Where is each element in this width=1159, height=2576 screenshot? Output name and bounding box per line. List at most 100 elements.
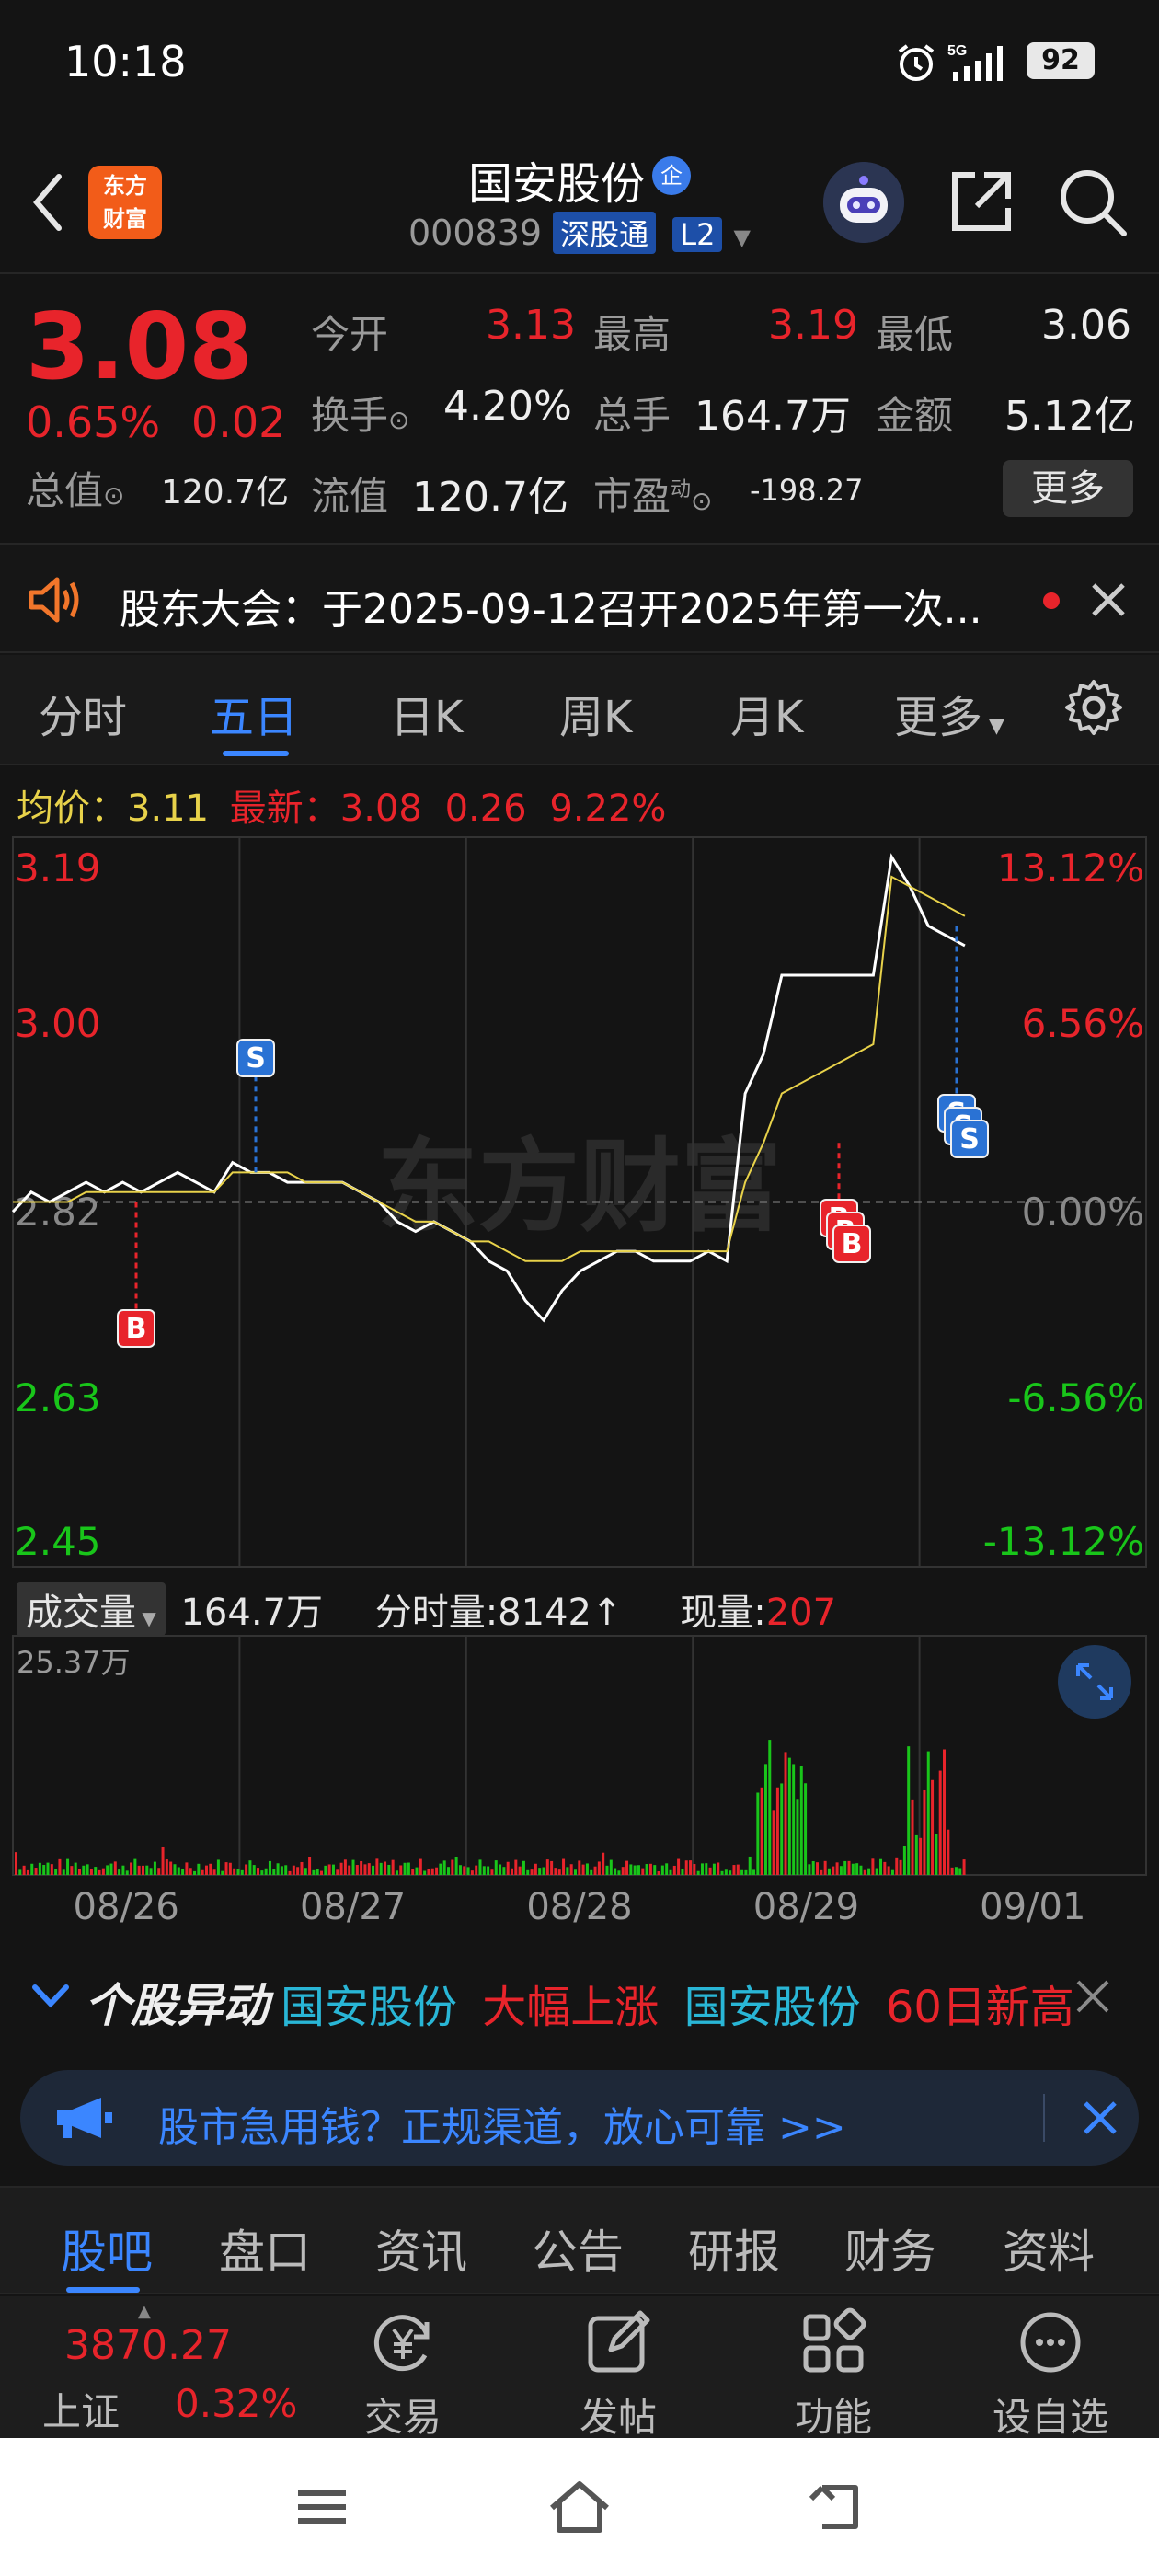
tab-more[interactable]: 更多 ▼ (894, 681, 1004, 745)
volume-bar (585, 1863, 589, 1875)
volume-bar (890, 1869, 894, 1875)
volume-bar (343, 1859, 347, 1875)
turnover-label[interactable]: 换手⊙ (311, 385, 409, 441)
index-percent[interactable]: 0.32% (175, 2381, 297, 2426)
tab-guba[interactable]: 股吧 (61, 2215, 153, 2282)
announcement-bar[interactable]: 股东大会：于2025-09-12召开2025年第一次... (0, 543, 1159, 653)
market-cap-label[interactable]: 总值⊙ (26, 460, 124, 516)
search-icon[interactable] (1056, 166, 1130, 239)
price-axis-label: 2.45 (15, 1519, 101, 1564)
volume-bar (775, 1787, 779, 1875)
volume-bar (66, 1858, 70, 1875)
volume-bar (879, 1858, 883, 1875)
float-cap-label: 流值 (311, 474, 389, 519)
tab-order-book[interactable]: 盘口 (219, 2215, 311, 2282)
expand-icon[interactable] (1058, 1645, 1131, 1719)
volume-bar (201, 1869, 204, 1875)
tab-monthly-k[interactable]: 月K (730, 681, 803, 745)
ad-banner[interactable]: 股市急用钱？正规渠道，放心可靠 >> (20, 2070, 1139, 2166)
volume-bar (954, 1867, 958, 1875)
volume-bar (672, 1865, 676, 1875)
add-watchlist-button[interactable]: 设自选 (977, 2307, 1124, 2440)
volume-bar (562, 1858, 566, 1875)
tab-research[interactable]: 研报 (688, 2215, 780, 2282)
more-quote-button[interactable]: 更多 (1003, 460, 1133, 517)
volume-bar (118, 1869, 121, 1875)
stock-anomaly-bar[interactable]: 个股异动 国安股份 大幅上涨 国安股份 60日新高 (0, 1950, 1159, 2042)
index-name[interactable]: 上证 (42, 2381, 120, 2437)
tab-five-day[interactable]: 五日 (210, 681, 298, 745)
volume-bar (820, 1869, 823, 1875)
close-icon[interactable] (1074, 1978, 1111, 2015)
functions-button[interactable]: 功能 (760, 2307, 907, 2440)
home-icon[interactable] (543, 2475, 616, 2539)
volume-bar (185, 1862, 189, 1875)
amount-value: 5.12亿 (1004, 393, 1135, 440)
volume-bar (399, 1865, 403, 1875)
tab-notices[interactable]: 公告 (532, 2215, 624, 2282)
volume-bar (502, 1867, 506, 1875)
anomaly-stock-2: 国安股份 (683, 1982, 861, 2033)
tab-financials[interactable]: 财务 (844, 2215, 936, 2282)
menu-icon[interactable] (285, 2475, 359, 2539)
chevron-down-icon[interactable] (29, 1974, 72, 2017)
tab-news[interactable]: 资讯 (375, 2215, 467, 2282)
share-icon[interactable] (947, 166, 1017, 236)
assistant-robot-icon[interactable] (823, 162, 904, 243)
volume-bar (931, 1779, 935, 1875)
active-tab-indicator (223, 751, 289, 756)
date-label: 08/26 (74, 1886, 179, 1928)
volume-bar (740, 1869, 744, 1875)
volume-bar (526, 1869, 530, 1875)
close-icon[interactable] (1080, 2098, 1120, 2138)
status-bar: 10:18 5G 92 (0, 0, 1159, 129)
tab-daily-k[interactable]: 日K (390, 681, 463, 745)
volume-bar (534, 1863, 537, 1875)
volume-bar (442, 1860, 446, 1875)
close-icon[interactable] (1090, 581, 1127, 618)
volume-bar (629, 1864, 633, 1875)
volume-bar (458, 1865, 462, 1875)
avg-value: 3.11 (127, 788, 210, 830)
back-nav-icon[interactable] (800, 2475, 874, 2539)
date-label: 08/27 (300, 1886, 406, 1928)
index-value[interactable]: 3870.27 (64, 2322, 232, 2369)
volume-bar (717, 1862, 720, 1875)
five-day-chart[interactable]: 东方财富3.193.002.822.632.4513.12%6.56%0.00%… (0, 835, 1159, 1939)
volume-bar (490, 1869, 494, 1875)
tab-weekly-k[interactable]: 周K (559, 681, 632, 745)
expand-up-icon[interactable]: ▲ (138, 2302, 151, 2321)
volume-indicator-dropdown[interactable]: 成交量 ▼ (17, 1582, 166, 1636)
volume-bar (372, 1865, 375, 1875)
volume-bar (875, 1868, 878, 1875)
volume-bar (403, 1862, 407, 1875)
volume-bar (653, 1865, 657, 1875)
volume-bar (22, 1865, 26, 1875)
system-nav-bar (0, 2438, 1159, 2576)
gear-icon[interactable] (1063, 677, 1124, 738)
volume-bar (221, 1870, 224, 1875)
tab-profile[interactable]: 资料 (1003, 2215, 1095, 2282)
announcement-text: 股东大会：于2025-09-12召开2025年第一次... (120, 586, 982, 633)
post-button[interactable]: 发帖 (545, 2307, 692, 2440)
market-cap-value: 120.7亿 (161, 474, 290, 512)
volume-bar (70, 1866, 74, 1875)
volume-bar (518, 1866, 522, 1875)
volume-bar (252, 1865, 256, 1875)
volume-bar (851, 1863, 855, 1875)
volume-bar (554, 1868, 557, 1875)
change-amount: 0.02 (191, 397, 286, 447)
volume-bar (772, 1810, 775, 1875)
volume-bar (336, 1869, 339, 1875)
volume-bar (181, 1868, 185, 1875)
volume-bar (911, 1799, 914, 1875)
pe-label[interactable]: 市盈动⊙ (593, 466, 713, 522)
tab-intraday[interactable]: 分时 (39, 681, 127, 745)
volume-bar (843, 1860, 847, 1875)
trade-button[interactable]: 交易 (329, 2307, 476, 2440)
volume-bar (827, 1868, 831, 1875)
volume-frame (12, 1635, 1147, 1876)
volume-bar (260, 1870, 264, 1875)
volume-bar (113, 1861, 117, 1875)
latest-change: 0.26 (444, 788, 527, 830)
